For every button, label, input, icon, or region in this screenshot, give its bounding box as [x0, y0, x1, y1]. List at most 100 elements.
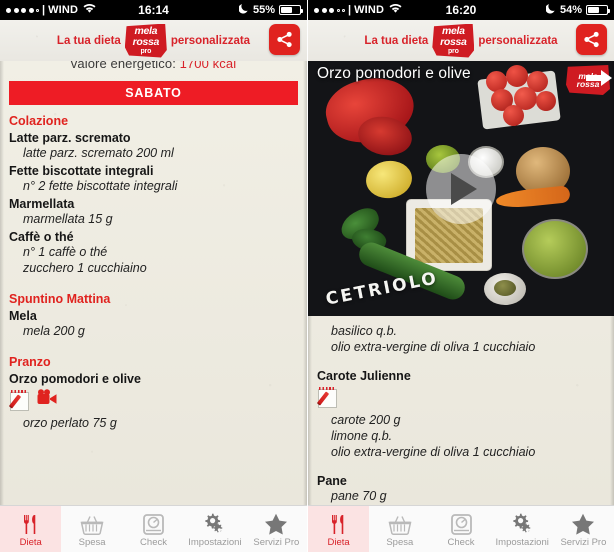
item-detail: latte parz. scremato 200 ml — [23, 146, 174, 160]
tab-impostazioni[interactable]: Impostazioni — [492, 506, 553, 552]
logo-line-3: pro — [447, 48, 459, 55]
battery-percent: 54% — [559, 4, 582, 16]
meal-item[interactable]: Caffè o thé n° 1 caffè o thé zucchero 1 … — [9, 230, 298, 276]
star-icon — [571, 512, 595, 535]
item-name: Orzo pomodori e olive — [9, 372, 141, 386]
item-detail: basilico q.b. — [331, 324, 398, 338]
tab-dieta[interactable]: Dieta — [308, 506, 370, 552]
header-text-after: personalizzata — [478, 34, 558, 47]
meal-item[interactable]: Fette biscottate integrali n° 2 fette bi… — [9, 164, 298, 194]
item-detail: limone q.b. — [331, 429, 393, 443]
logo-line-1: mela — [441, 25, 465, 37]
logo-line-2: rossa — [440, 35, 467, 48]
status-bar-right: 55% — [238, 3, 303, 17]
tab-label: Check — [447, 537, 475, 548]
wifi-icon — [83, 3, 96, 17]
diet-sheet[interactable]: valore energetico: 1700 kcal SABATO Cola… — [0, 61, 307, 505]
item-detail: marmellata 15 g — [23, 212, 113, 226]
meal-title: Colazione — [9, 114, 69, 128]
status-separator: | — [42, 4, 46, 16]
meal-section-spuntino-mattina: Spuntino Mattina Mela mela 200 g — [9, 292, 298, 339]
share-button[interactable] — [269, 24, 300, 55]
cutlery-icon — [329, 512, 349, 535]
energy-value-clipped: valore energetico: 1700 kcal — [9, 61, 298, 70]
item-name: Carote Julienne — [317, 369, 411, 383]
header-title-group: La tua dieta mela rossa pro personalizza… — [364, 23, 558, 58]
battery-icon — [586, 5, 610, 15]
meal-title: Pranzo — [9, 355, 51, 369]
video-title: Orzo pomodori e olive — [317, 65, 471, 82]
item-name: Marmellata — [9, 197, 75, 211]
arrow-right-icon — [586, 70, 612, 91]
shopping-basket-icon — [80, 512, 104, 535]
meal-item[interactable]: Latte parz. scremato latte parz. scremat… — [9, 131, 298, 161]
recipe-note-icon[interactable] — [316, 386, 340, 409]
meal-item[interactable]: Marmellata marmellata 15 g — [9, 197, 298, 227]
gears-icon — [511, 512, 534, 535]
tab-check[interactable]: Check — [123, 506, 184, 552]
moon-icon — [238, 3, 249, 17]
carrier-name: WIND — [354, 4, 385, 16]
tab-label: Servizi Pro — [560, 537, 607, 548]
energy-value-label: valore energetico: — [70, 61, 176, 70]
item-icon-row — [8, 388, 298, 413]
share-button[interactable] — [576, 24, 607, 55]
meal-item[interactable]: Mela mela 200 g — [9, 309, 298, 339]
item-detail: n° 1 caffè o thé — [23, 245, 108, 259]
tab-spesa[interactable]: Spesa — [61, 506, 122, 552]
tab-servizi-pro[interactable]: Servizi Pro — [553, 506, 614, 552]
item-name: Pane — [317, 474, 347, 488]
play-button-icon — [451, 172, 477, 205]
item-name: Fette biscottate integrali — [9, 164, 154, 178]
moon-icon — [545, 3, 556, 17]
tab-dieta[interactable]: Dieta — [0, 506, 62, 552]
tab-label: Servizi Pro — [253, 537, 300, 548]
tab-label: Impostazioni — [495, 537, 549, 548]
meal-item[interactable]: Carote Julienne carote 200 g limone q.b.… — [316, 369, 605, 460]
item-detail: zucchero 1 cucchiaino — [23, 261, 147, 275]
meal-item[interactable]: Orzo pomodori e olive orzo perlato 75 g — [8, 372, 298, 431]
mela-rossa-logo: mela rossa pro — [124, 23, 167, 58]
star-icon — [264, 512, 288, 535]
day-banner: SABATO — [9, 81, 298, 105]
scale-icon — [143, 512, 164, 535]
status-bar-left: | WIND — [314, 3, 402, 17]
battery-icon — [279, 5, 303, 15]
item-detail: orzo perlato 75 g — [23, 416, 117, 430]
logo-line-1: mela — [134, 25, 158, 37]
share-icon — [584, 31, 599, 48]
recipe-sheet[interactable]: Orzo pomodori e olive mela rossa CETRIOL… — [308, 61, 614, 505]
header-text-after: personalizzata — [170, 34, 251, 47]
item-detail: n° 2 fette biscottate integrali — [23, 179, 178, 193]
meal-section-colazione: Colazione Latte parz. scremato latte par… — [9, 114, 298, 276]
tab-label: Dieta — [327, 537, 350, 548]
cutlery-icon — [21, 512, 41, 535]
item-detail: pane 70 g — [331, 489, 387, 503]
energy-value-kcal: 1700 kcal — [179, 61, 237, 70]
header-text-before: La tua dieta — [56, 34, 121, 47]
logo-line-2: rossa — [132, 35, 160, 48]
tab-impostazioni[interactable]: Impostazioni — [184, 506, 245, 552]
play-button[interactable] — [426, 153, 496, 224]
item-detail: olio extra-vergine di oliva 1 cucchiaio — [331, 445, 536, 459]
meal-title: Spuntino Mattina — [9, 292, 111, 306]
wifi-icon — [389, 3, 402, 17]
recipe-video-player[interactable]: Orzo pomodori e olive mela rossa CETRIOL… — [308, 61, 614, 316]
app-header: La tua dieta mela rossa pro personalizza… — [308, 20, 614, 61]
recipe-note-icon[interactable] — [8, 389, 32, 412]
scale-icon — [450, 512, 472, 535]
signal-strength-icon — [314, 7, 345, 13]
tab-label: Spesa — [386, 537, 414, 548]
app-header: La tua dieta mela rossa pro personalizza… — [0, 20, 307, 61]
share-icon — [277, 31, 292, 48]
meal-item[interactable]: Pane pane 70 g — [317, 474, 605, 504]
item-detail: mela 200 g — [23, 324, 85, 338]
tab-spesa[interactable]: Spesa — [369, 506, 430, 552]
tab-label: Dieta — [19, 537, 42, 548]
item-name: Latte parz. scremato — [9, 131, 131, 145]
status-bar: | WIND 16:14 55% — [0, 0, 307, 20]
video-camera-icon[interactable] — [37, 389, 60, 412]
tab-check[interactable]: Check — [430, 506, 491, 552]
tab-servizi-pro[interactable]: Servizi Pro — [246, 506, 307, 552]
meal-section-pranzo: Pranzo Orzo pomodori e olive orzo perlat… — [8, 355, 298, 431]
